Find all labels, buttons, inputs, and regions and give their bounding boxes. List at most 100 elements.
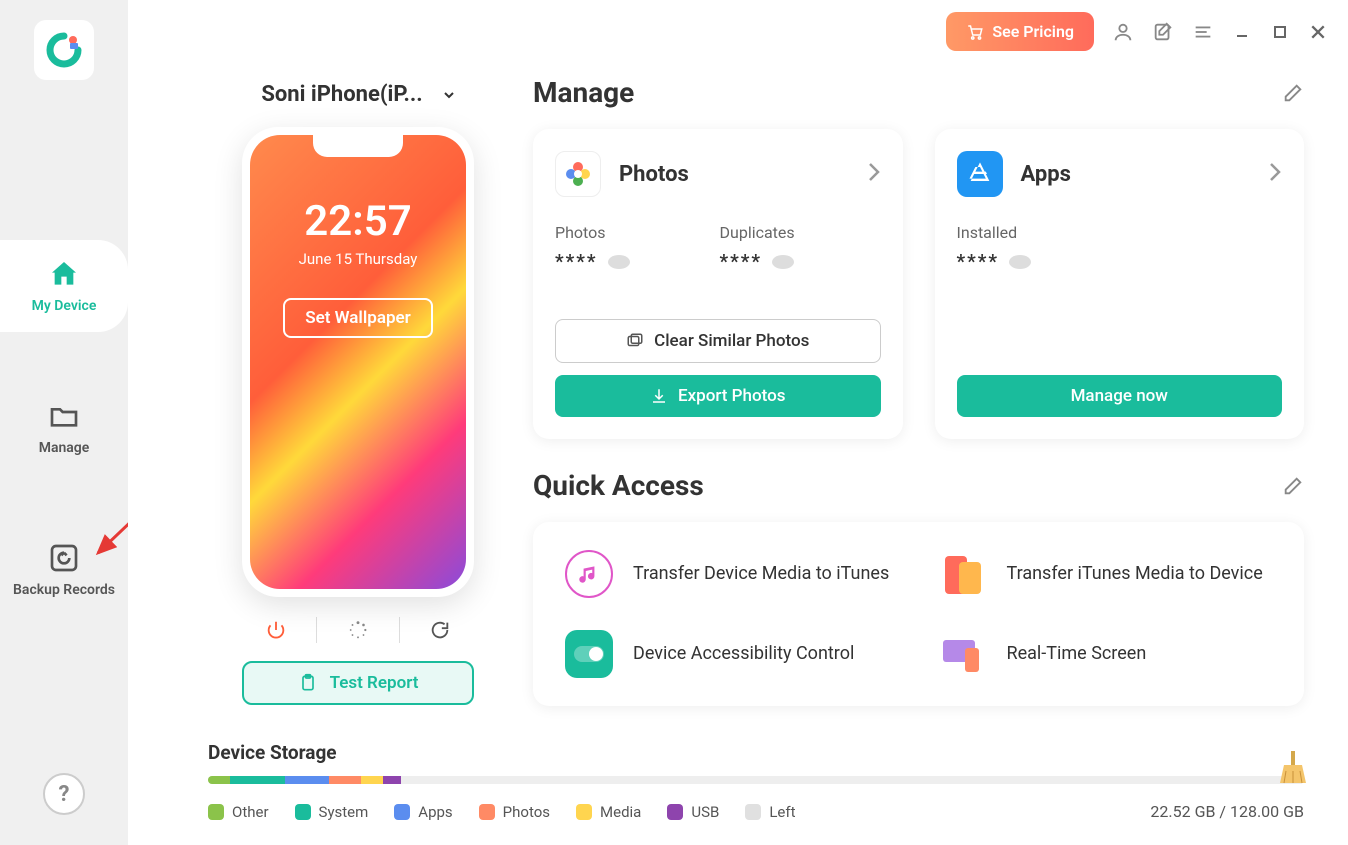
loading-icon[interactable] xyxy=(347,619,369,641)
photos-card: Photos Photos **** Duplicates **** xyxy=(533,129,903,439)
see-pricing-label: See Pricing xyxy=(992,22,1074,41)
phone-preview: 22:57 June 15 Thursday Set Wallpaper xyxy=(242,127,474,597)
chevron-down-icon xyxy=(443,89,455,101)
nav-manage[interactable]: Manage xyxy=(0,382,128,474)
edit-icon[interactable] xyxy=(1282,82,1304,104)
quick-transfer-to-device[interactable]: Transfer iTunes Media to Device xyxy=(939,550,1273,598)
quick-access-card: Transfer Device Media to iTunes Transfer… xyxy=(533,522,1304,706)
device-name: Soni iPhone(iP... xyxy=(261,82,422,107)
itunes-icon xyxy=(565,550,613,598)
eye-icon[interactable] xyxy=(1009,255,1031,269)
photos-title: Photos xyxy=(619,162,689,187)
chevron-right-icon xyxy=(867,162,881,186)
export-photos-label: Export Photos xyxy=(678,386,785,406)
duplicates-label: Duplicates xyxy=(720,223,795,242)
power-icon[interactable] xyxy=(265,619,287,641)
apps-card: Apps Installed **** Manage now xyxy=(935,129,1305,439)
nav-label: Manage xyxy=(39,440,90,456)
backup-icon xyxy=(48,542,80,574)
images-icon xyxy=(626,332,644,350)
installed-label: Installed xyxy=(957,223,1032,242)
user-icon[interactable] xyxy=(1112,21,1134,43)
top-bar: See Pricing xyxy=(946,12,1328,51)
manage-title: Manage xyxy=(533,76,634,109)
eye-icon[interactable] xyxy=(772,255,794,269)
photos-app-icon xyxy=(555,151,601,197)
legend-system: System xyxy=(295,803,369,821)
storage-bar xyxy=(208,776,1304,784)
device-selector[interactable]: Soni iPhone(iP... xyxy=(208,82,508,107)
apps-card-header[interactable]: Apps xyxy=(957,151,1283,197)
phone-screen: 22:57 June 15 Thursday Set Wallpaper xyxy=(250,135,466,589)
export-photos-button[interactable]: Export Photos xyxy=(555,375,881,417)
photos-count-value: **** xyxy=(555,250,598,273)
app-logo xyxy=(34,20,94,80)
content-area: Manage Photos Photos **** xyxy=(533,76,1304,706)
storage-section: Device Storage Other System Apps Photos … xyxy=(208,741,1304,821)
toggle-icon xyxy=(565,630,613,678)
test-report-label: Test Report xyxy=(330,673,419,693)
legend-media: Media xyxy=(576,803,641,821)
apps-stats: Installed **** xyxy=(957,223,1283,273)
storage-title: Device Storage xyxy=(208,741,1304,764)
nav-label: Backup Records xyxy=(13,582,115,598)
device-section: Soni iPhone(iP... 22:57 June 15 Thursday… xyxy=(208,82,508,705)
appstore-icon xyxy=(957,151,1003,197)
clear-similar-button[interactable]: Clear Similar Photos xyxy=(555,319,881,363)
installed-value: **** xyxy=(957,250,1000,273)
phone-controls xyxy=(242,607,474,653)
nav-my-device[interactable]: My Device xyxy=(0,240,128,332)
quick-label: Real-Time Screen xyxy=(1007,642,1147,666)
eye-icon[interactable] xyxy=(608,255,630,269)
home-icon xyxy=(48,258,80,290)
photos-card-header[interactable]: Photos xyxy=(555,151,881,197)
legend-other: Other xyxy=(208,803,269,821)
minimize-button[interactable] xyxy=(1232,22,1252,42)
help-button[interactable]: ? xyxy=(43,773,85,815)
legend-apps: Apps xyxy=(394,803,452,821)
phone-notch xyxy=(313,135,403,157)
chevron-right-icon xyxy=(1268,162,1282,186)
menu-icon[interactable] xyxy=(1192,21,1214,43)
quick-label: Transfer Device Media to iTunes xyxy=(633,562,889,586)
manage-now-button[interactable]: Manage now xyxy=(957,375,1283,417)
cart-icon xyxy=(966,23,984,41)
quick-transfer-to-itunes[interactable]: Transfer Device Media to iTunes xyxy=(565,550,899,598)
broom-icon[interactable] xyxy=(1278,751,1308,781)
edit-icon[interactable] xyxy=(1282,475,1304,497)
see-pricing-button[interactable]: See Pricing xyxy=(946,12,1094,51)
download-icon xyxy=(650,387,668,405)
set-wallpaper-button[interactable]: Set Wallpaper xyxy=(283,298,433,338)
photos-stats: Photos **** Duplicates **** xyxy=(555,223,881,273)
devices-icon xyxy=(939,550,987,598)
maximize-button[interactable] xyxy=(1270,22,1290,42)
quick-label: Transfer iTunes Media to Device xyxy=(1007,562,1263,586)
feedback-icon[interactable] xyxy=(1152,21,1174,43)
test-report-button[interactable]: Test Report xyxy=(242,661,474,705)
quick-access-title: Quick Access xyxy=(533,469,704,502)
screens-icon xyxy=(939,630,987,678)
main-panel: See Pricing Soni iPhone(iP... 22:57 June… xyxy=(128,0,1348,845)
phone-date: June 15 Thursday xyxy=(299,250,418,268)
apps-title: Apps xyxy=(1021,162,1071,187)
quick-accessibility[interactable]: Device Accessibility Control xyxy=(565,630,899,678)
nav-backup-records[interactable]: Backup Records xyxy=(0,524,128,616)
phone-time: 22:57 xyxy=(304,197,411,246)
manage-cards: Photos Photos **** Duplicates **** xyxy=(533,129,1304,439)
storage-text: 22.52 GB / 128.00 GB xyxy=(1150,802,1304,821)
close-button[interactable] xyxy=(1308,22,1328,42)
manage-header: Manage xyxy=(533,76,1304,109)
quick-label: Device Accessibility Control xyxy=(633,642,854,666)
clear-similar-label: Clear Similar Photos xyxy=(654,331,809,351)
legend-usb: USB xyxy=(667,803,719,821)
legend-left: Left xyxy=(745,803,795,821)
legend-photos: Photos xyxy=(479,803,550,821)
quick-realtime-screen[interactable]: Real-Time Screen xyxy=(939,630,1273,678)
nav-label: My Device xyxy=(32,298,97,314)
photos-count-label: Photos xyxy=(555,223,630,242)
duplicates-value: **** xyxy=(720,250,763,273)
folder-icon xyxy=(48,400,80,432)
refresh-icon[interactable] xyxy=(429,619,451,641)
quick-access-section: Quick Access Transfer Device Media to iT… xyxy=(533,469,1304,706)
clipboard-icon xyxy=(298,673,318,693)
